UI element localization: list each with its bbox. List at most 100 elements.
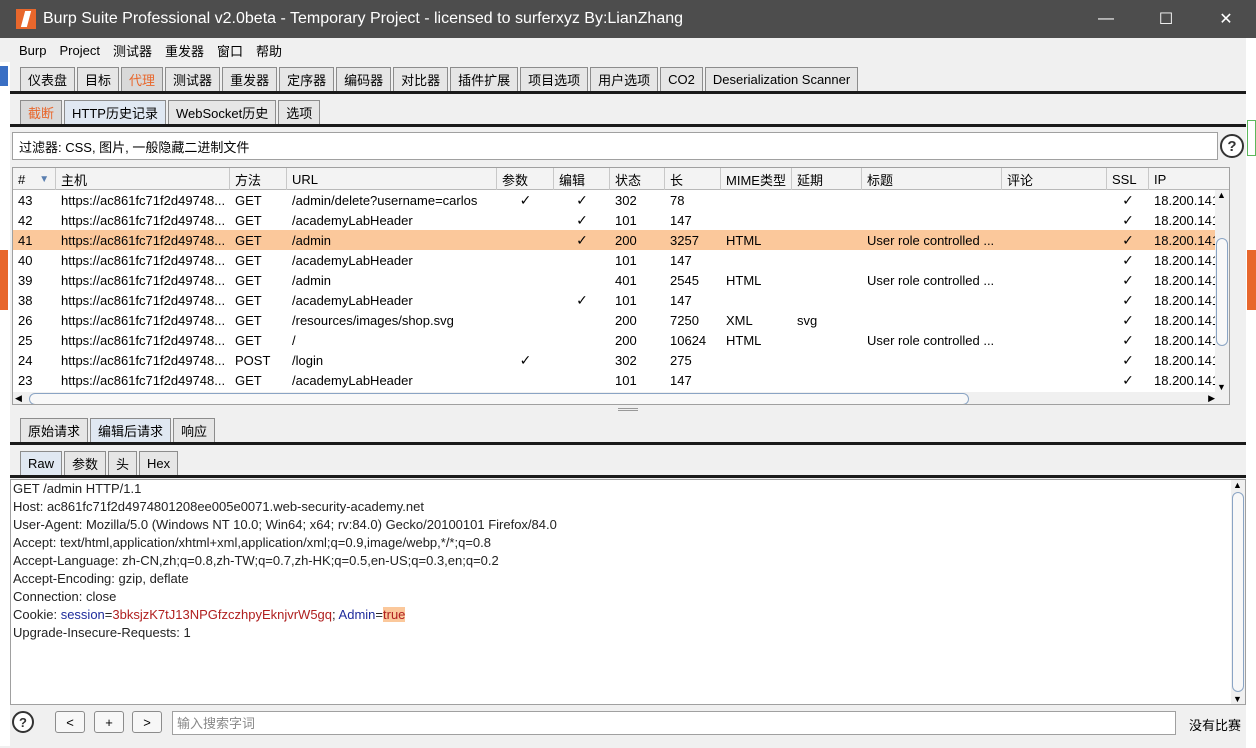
col-title[interactable]: 标题 — [862, 168, 1002, 190]
cell-status: 200 — [615, 232, 637, 248]
col-length[interactable]: 长 — [665, 168, 721, 190]
col-status[interactable]: 状态 — [610, 168, 665, 190]
tab-http-history[interactable]: HTTP历史记录 — [64, 100, 166, 124]
tab-comparer[interactable]: 对比器 — [393, 67, 449, 91]
editor-vscroll-thumb[interactable] — [1232, 492, 1244, 692]
cell-id: 24 — [18, 352, 33, 368]
table-hscroll-thumb[interactable] — [29, 393, 969, 404]
add-search-button[interactable]: + — [94, 711, 124, 733]
table-row[interactable]: 25 https://ac861fc71f2d49748... GET / 200 106… — [13, 330, 1229, 350]
menu-repeater[interactable]: 重发器 — [156, 41, 208, 60]
table-row[interactable]: 41 https://ac861fc71f2d49748... GET/admin ✓… — [13, 230, 1229, 250]
tab-sequencer[interactable]: 定序器 — [279, 67, 335, 91]
tab-intruder[interactable]: 测试器 — [165, 67, 221, 91]
table-row[interactable]: 43 https://ac861fc71f2d49748... GET/admin/… — [13, 190, 1229, 210]
tab-user-options[interactable]: 用户选项 — [590, 67, 659, 91]
cell-length: 78 — [670, 192, 685, 208]
tab-params[interactable]: 参数 — [64, 451, 107, 475]
col-id[interactable]: # ▼ — [13, 168, 56, 190]
help-icon[interactable]: ? — [1220, 134, 1244, 158]
cell-host: https://ac861fc71f2d49748... — [61, 312, 226, 328]
menu-burp[interactable]: Burp — [10, 43, 50, 58]
tab-repeater[interactable]: 重发器 — [222, 67, 278, 91]
tab-intercept[interactable]: 截断 — [20, 100, 63, 124]
request-editor[interactable]: GET /admin HTTP/1.1 Host: ac861fc71f2d49… — [10, 479, 1246, 705]
scroll-left-icon[interactable]: ◀ — [15, 393, 22, 404]
cell-length: 10624 — [670, 332, 707, 348]
tab-original-request[interactable]: 原始请求 — [20, 418, 89, 442]
cell-length: 7250 — [670, 312, 699, 328]
menu-project[interactable]: Project — [50, 43, 103, 58]
tab-co2[interactable]: CO2 — [660, 67, 703, 91]
table-row[interactable]: 42 https://ac861fc71f2d49748... GET/academ… — [13, 210, 1229, 230]
table-row[interactable]: 39 https://ac861fc71f2d49748... GET/admin 4… — [13, 270, 1229, 290]
splitter-handle[interactable] — [618, 408, 638, 411]
cell-title — [862, 210, 1002, 230]
tab-target[interactable]: 目标 — [77, 67, 120, 91]
col-ssl[interactable]: SSL — [1107, 168, 1149, 190]
request-line: User-Agent: Mozilla/5.0 (Windows NT 10.0… — [13, 517, 557, 532]
table-row[interactable]: 40 https://ac861fc71f2d49748... GET/academ… — [13, 250, 1229, 270]
background-window-edge — [0, 62, 10, 746]
scroll-up-icon[interactable]: ▲ — [1217, 190, 1226, 200]
scroll-up-icon[interactable]: ▲ — [1233, 480, 1242, 490]
table-row[interactable]: 38 https://ac861fc71f2d49748... GET/academ… — [13, 290, 1229, 310]
cell-params — [497, 330, 554, 350]
request-line: Host: ac861fc71f2d4974801208ee005e0071.w… — [13, 499, 424, 514]
col-method[interactable]: 方法 — [230, 168, 287, 190]
scroll-down-icon[interactable]: ▼ — [1217, 382, 1226, 392]
col-mime[interactable]: MIME类型 — [721, 168, 792, 190]
table-row[interactable]: 23 https://ac861fc71f2d49748... GET/academ… — [13, 370, 1229, 390]
cell-host: https://ac861fc71f2d49748... — [61, 372, 226, 388]
cell-extension — [792, 370, 862, 390]
menu-help[interactable]: 帮助 — [247, 41, 286, 60]
scroll-right-icon[interactable]: ▶ — [1208, 393, 1215, 404]
tab-hex[interactable]: Hex — [139, 451, 179, 475]
tab-proxy[interactable]: 代理 — [121, 67, 164, 91]
col-host[interactable]: 主机 — [56, 168, 230, 190]
table-horizontal-scrollbar[interactable]: ◀ ▶ — [13, 392, 1229, 404]
tab-raw[interactable]: Raw — [20, 451, 63, 475]
editor-vertical-scrollbar[interactable]: ▲ ▼ — [1231, 480, 1245, 704]
col-params[interactable]: 参数 — [497, 168, 554, 190]
search-input[interactable] — [172, 711, 1176, 735]
table-row[interactable]: 26 https://ac861fc71f2d49748... GET/resour… — [13, 310, 1229, 330]
burp-logo-icon — [16, 9, 36, 29]
col-ip[interactable]: IP — [1149, 168, 1229, 190]
background-window-strip — [1247, 120, 1256, 156]
cell-extension: svg — [797, 312, 818, 328]
tab-headers[interactable]: 头 — [108, 451, 138, 475]
table-vertical-scrollbar[interactable]: ▲ ▼ — [1215, 190, 1229, 392]
tab-deserialization-scanner[interactable]: Deserialization Scanner — [704, 67, 859, 91]
tab-edited-request[interactable]: 编辑后请求 — [90, 418, 172, 442]
tab-response[interactable]: 响应 — [173, 418, 216, 442]
tab-dashboard[interactable]: 仪表盘 — [20, 67, 76, 91]
table-row[interactable]: 24 https://ac861fc71f2d49748... POST/login… — [13, 350, 1229, 370]
menu-window[interactable]: 窗口 — [208, 41, 247, 60]
table-vscroll-thumb[interactable] — [1216, 238, 1228, 346]
menu-intruder[interactable]: 测试器 — [104, 41, 156, 60]
tab-websocket-history[interactable]: WebSocket历史 — [167, 100, 277, 124]
tab-decoder[interactable]: 编码器 — [336, 67, 392, 91]
minimize-button[interactable]: — — [1076, 0, 1136, 38]
col-extension[interactable]: 延期 — [792, 168, 862, 190]
help-icon[interactable]: ? — [12, 711, 34, 733]
cell-comment — [1002, 210, 1107, 230]
table-body: 43 https://ac861fc71f2d49748... GET/admin/… — [13, 190, 1229, 390]
tab-project-options[interactable]: 项目选项 — [520, 67, 589, 91]
scroll-down-icon[interactable]: ▼ — [1233, 694, 1242, 704]
col-url[interactable]: URL — [287, 168, 497, 190]
search-bar: ? < + > 没有比赛 — [10, 707, 1246, 737]
close-button[interactable]: ✕ — [1196, 0, 1256, 38]
next-match-button[interactable]: > — [132, 711, 162, 733]
tab-proxy-options[interactable]: 选项 — [278, 100, 321, 124]
tab-divider — [10, 442, 1246, 445]
tab-extender[interactable]: 插件扩展 — [450, 67, 519, 91]
filter-bar[interactable]: 过滤器: CSS, 图片, 一般隐藏二进制文件 — [12, 132, 1218, 160]
cell-mime: HTML — [726, 272, 762, 288]
previous-match-button[interactable]: < — [55, 711, 85, 733]
maximize-button[interactable]: ☐ — [1136, 0, 1196, 38]
col-comment[interactable]: 评论 — [1002, 168, 1107, 190]
col-edited[interactable]: 编辑 — [554, 168, 610, 190]
main-tab-bar: 仪表盘 目标 代理 测试器 重发器 定序器 编码器 对比器 插件扩展 项目选项 … — [20, 66, 860, 91]
